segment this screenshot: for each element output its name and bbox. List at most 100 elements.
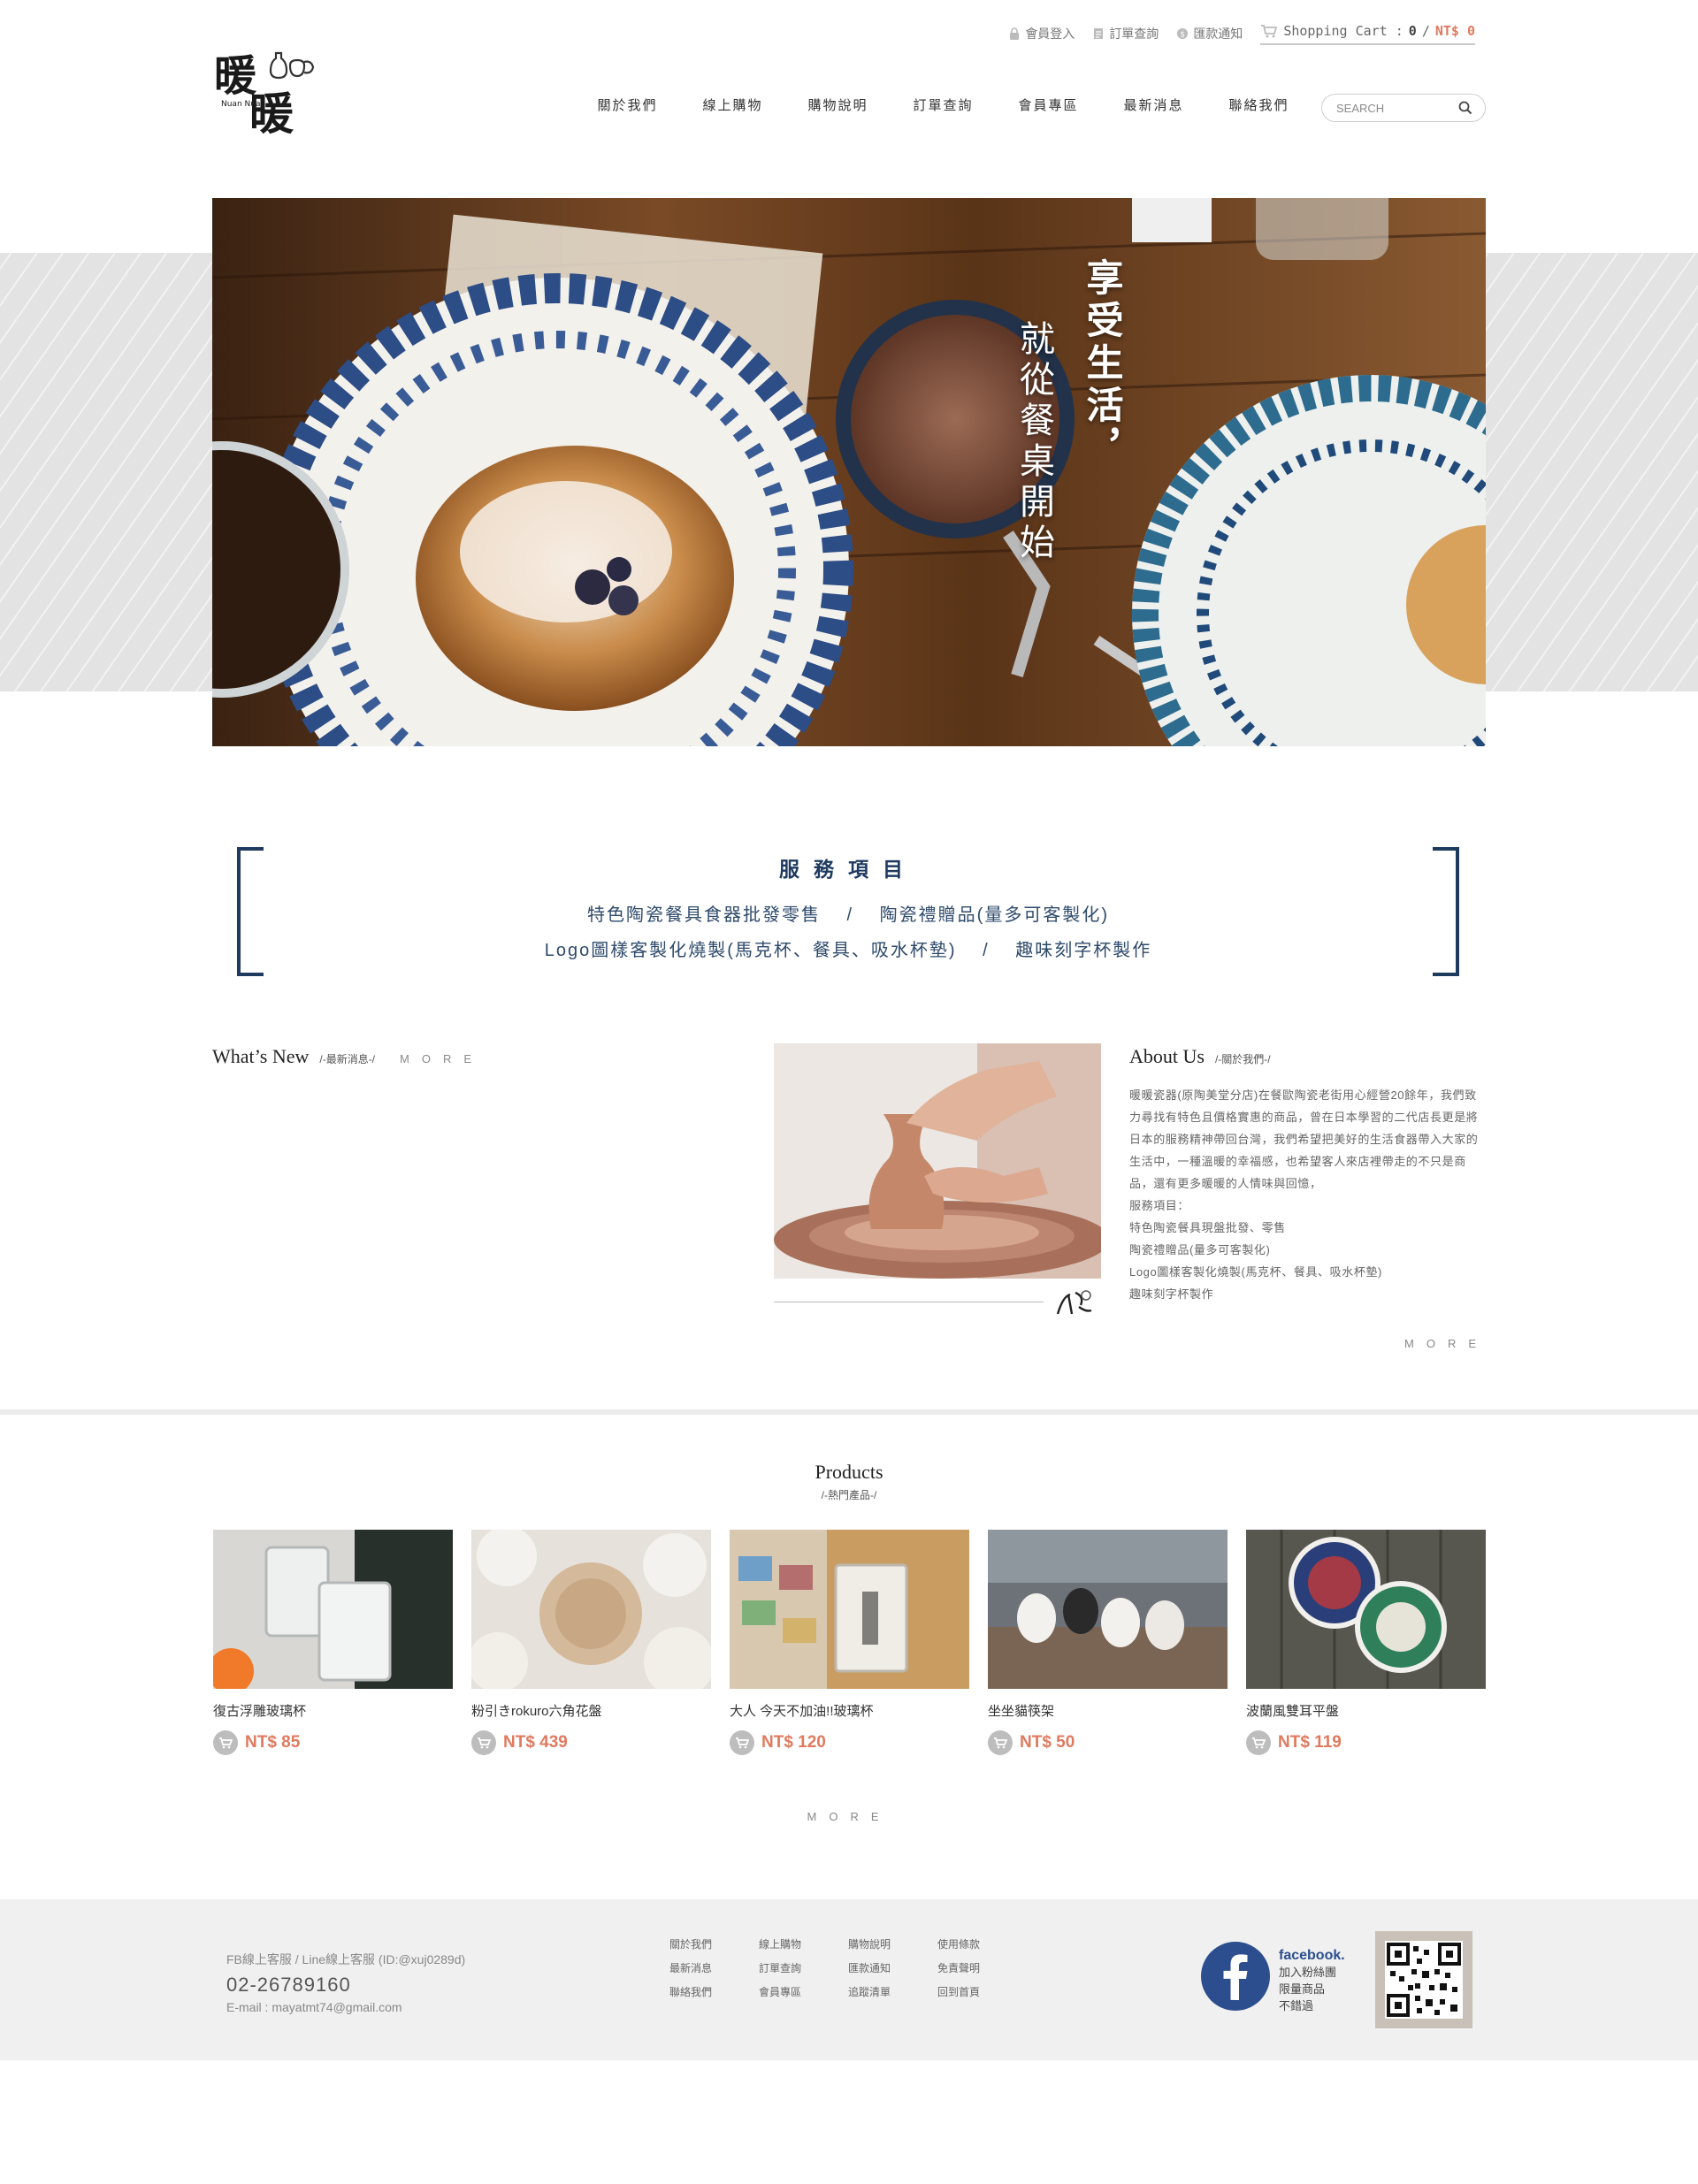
shopping-cart-summary[interactable]: Shopping Cart : 0 / NT$ 0 [1260, 23, 1475, 45]
remit-notice-link[interactable]: $ 匯款通知 [1176, 25, 1243, 42]
hero-photo [212, 198, 1486, 746]
about-paragraph: 陶瓷禮贈品(量多可客製化) [1129, 1243, 1271, 1256]
add-to-cart-icon[interactable] [1246, 1730, 1271, 1755]
cart-label: Shopping Cart : [1283, 22, 1404, 39]
services-row-2: Logo圖樣客製化燒製(馬克杯、餐具、吸水杯墊) / 趣味刻字杯製作 [237, 935, 1459, 961]
add-to-cart-icon[interactable] [213, 1730, 238, 1755]
facebook-icon[interactable] [1201, 1942, 1270, 2011]
flower-plates-image [471, 1530, 711, 1689]
product-image [213, 1530, 453, 1689]
service-item: Logo圖樣客製化燒製(馬克杯、餐具、吸水杯墊) [544, 941, 957, 960]
services-title: 服務項目 [779, 858, 917, 881]
qr-code [1375, 1931, 1472, 2028]
footer-link[interactable]: 最新消息 [669, 1960, 759, 1975]
svg-text:$: $ [1181, 31, 1186, 40]
lock-icon [1010, 27, 1020, 40]
service-item: 陶瓷禮贈品(量多可客製化) [879, 905, 1109, 925]
footer-link[interactable]: 聯絡我們 [669, 1984, 759, 1999]
product-card[interactable]: 大人 今天不加油!!玻璃杯 NT$ 120 [730, 1530, 969, 1755]
nav-shop[interactable]: 線上購物 [680, 95, 785, 114]
search-input[interactable] [1335, 100, 1458, 116]
pottery-wheel-image [774, 1043, 1101, 1279]
product-name: 大人 今天不加油!!玻璃杯 [730, 1704, 874, 1719]
facebook-line: 限量商品 [1279, 1982, 1326, 1996]
about-body: 暖暖瓷器(原陶美堂分店)在餐歐陶瓷老街用心經營20餘年，我們致力尋找有特色且價格… [1129, 1084, 1481, 1305]
order-lookup-link[interactable]: 訂單查詢 [1092, 25, 1159, 42]
about-paragraph: 暖暖瓷器(原陶美堂分店)在餐歐陶瓷老街用心經營20餘年，我們致力尋找有特色且價格… [1129, 1088, 1479, 1190]
cart-count: 0 [1408, 22, 1417, 39]
product-card[interactable]: 波蘭風雙耳平盤 NT$ 119 [1246, 1530, 1486, 1755]
product-price: NT$ 85 [245, 1733, 301, 1752]
nav-shopping-guide[interactable]: 購物說明 [785, 95, 891, 114]
product-image [730, 1530, 969, 1689]
products-heading: Products /-熱門產品-/ [0, 1461, 1698, 1502]
product-image [988, 1530, 1228, 1689]
footer-link[interactable]: 回到首頁 [937, 1984, 1027, 1999]
product-card[interactable]: 復古浮雕玻璃杯 NT$ 85 [213, 1530, 453, 1755]
about-subtitle: /-關於我們-/ [1214, 1053, 1271, 1065]
footer-link[interactable]: 會員專區 [759, 1984, 848, 1999]
products-more-link[interactable]: MORE [807, 1810, 891, 1823]
site-logo[interactable]: 暖 暖 Nuan Nuan [212, 44, 318, 140]
products-title: Products [815, 1461, 883, 1483]
product-card[interactable]: 坐坐貓筷架 NT$ 50 [988, 1530, 1228, 1755]
printed-glass-image [730, 1530, 969, 1689]
footer-link[interactable]: 購物說明 [848, 1936, 937, 1951]
hero-banner[interactable]: 享受生活， 就從餐桌開始 [212, 198, 1486, 746]
cart-icon [1261, 24, 1278, 37]
cart-total: NT$ 0 [1434, 22, 1475, 39]
about-paragraph: 服務項目： [1129, 1199, 1190, 1212]
product-price-row: NT$ 119 [1246, 1730, 1486, 1755]
facebook-brand: facebook. [1279, 1948, 1345, 1963]
product-price-row: NT$ 120 [730, 1730, 969, 1755]
order-lookup-label: 訂單查詢 [1109, 27, 1159, 41]
nav-contact[interactable]: 聯絡我們 [1206, 95, 1312, 114]
footer-link[interactable]: 免責聲明 [937, 1960, 1027, 1975]
about-heading: About Us /-關於我們-/ [1129, 1045, 1481, 1068]
footer-link[interactable]: 訂單查詢 [759, 1960, 848, 1975]
nav-news[interactable]: 最新消息 [1101, 95, 1206, 114]
footer-link[interactable]: 匯款通知 [848, 1960, 937, 1975]
document-icon [1094, 28, 1104, 39]
whats-new-header: What’s New /-最新消息-/ MORE [212, 1045, 484, 1068]
services-block: 服務項目 特色陶瓷餐具食器批發零售 / 陶瓷禮贈品(量多可客製化) Logo圖樣… [237, 847, 1459, 976]
member-login-link[interactable]: 會員登入 [1008, 25, 1075, 42]
utility-bar: 會員登入 訂單查詢 $ 匯款通知 Shopping Cart : 0 / NT$… [1008, 21, 1475, 46]
logo-char-bottom: 暖 [249, 88, 294, 134]
hero-line-1: 享受生活， [1081, 258, 1124, 470]
products-subtitle: /-熱門產品-/ [821, 1489, 877, 1501]
product-price: NT$ 119 [1278, 1733, 1342, 1752]
whats-new-subtitle: /-最新消息-/ [319, 1053, 376, 1065]
add-to-cart-icon[interactable] [730, 1730, 754, 1755]
service-separator: / [983, 941, 990, 960]
nav-about[interactable]: 關於我們 [575, 95, 680, 114]
section-divider [0, 1409, 1698, 1415]
search-icon[interactable] [1458, 101, 1472, 115]
product-card[interactable]: 粉引きrokuro六角花盤 NT$ 439 [471, 1530, 711, 1755]
product-price: NT$ 50 [1020, 1733, 1075, 1752]
site-footer: FB線上客服 / Line線上客服 (ID:@xuj0289d) 02-2678… [0, 1899, 1698, 2060]
product-name: 坐坐貓筷架 [988, 1704, 1055, 1719]
service-item: 特色陶瓷餐具食器批發零售 [586, 905, 821, 925]
products-more-wrap: MORE [0, 1809, 1698, 1825]
footer-link[interactable]: 線上購物 [759, 1936, 848, 1951]
footer-links: 關於我們 線上購物 購物說明 使用條款 最新消息 訂單查詢 匯款通知 免責聲明 … [669, 1936, 1027, 1999]
product-price: NT$ 439 [503, 1733, 568, 1752]
member-login-label: 會員登入 [1025, 27, 1075, 41]
services-row-1: 特色陶瓷餐具食器批發零售 / 陶瓷禮贈品(量多可客製化) [237, 900, 1459, 926]
facebook-promo[interactable]: facebook. 加入粉絲團 限量商品 不錯過 [1279, 1947, 1345, 2014]
about-more-link[interactable]: MORE [1404, 1337, 1488, 1350]
remit-notice-label: 匯款通知 [1193, 27, 1243, 41]
product-image [1246, 1530, 1486, 1689]
footer-link[interactable]: 追蹤清單 [848, 1984, 937, 1999]
product-price: NT$ 120 [761, 1733, 826, 1752]
nav-member[interactable]: 會員專區 [996, 95, 1101, 114]
add-to-cart-icon[interactable] [988, 1730, 1013, 1755]
add-to-cart-icon[interactable] [471, 1730, 496, 1755]
footer-link[interactable]: 關於我們 [669, 1936, 759, 1951]
email-address: E-mail : mayatmt74@gmail.com [226, 2000, 402, 2014]
whats-new-more-link[interactable]: MORE [400, 1052, 484, 1065]
brand-stamp-icon [1056, 1290, 1092, 1315]
footer-link[interactable]: 使用條款 [937, 1936, 1027, 1951]
nav-order-lookup[interactable]: 訂單查詢 [891, 95, 996, 114]
